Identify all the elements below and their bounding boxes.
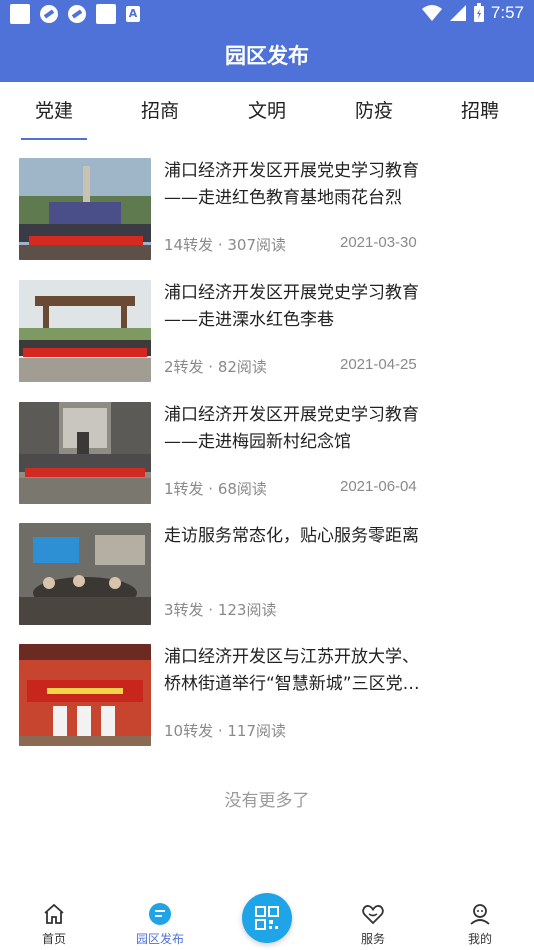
chat-icon xyxy=(149,903,171,925)
notification-icon: A xyxy=(126,6,140,22)
news-title: 浦口经济开发区开展党史学习教育——走进梅园新村纪念馆 xyxy=(164,405,419,452)
news-date: 2021-03-30 xyxy=(340,234,417,251)
list-item[interactable]: 浦口经济开发区开展党史学习教育——走进溧水红色李巷 2转发 · 82阅读 202… xyxy=(0,280,534,388)
signal-icon xyxy=(449,5,466,21)
news-stats: 1转发 · 68阅读 xyxy=(164,480,267,498)
notification-icon xyxy=(68,5,86,23)
nav-label: 园区发布 xyxy=(135,932,184,946)
tab-party-building[interactable]: 党建 xyxy=(9,82,99,140)
news-date: 2021-06-04 xyxy=(340,478,417,495)
nav-park-release[interactable]: 园区发布 xyxy=(120,890,200,950)
tab-recruitment[interactable]: 招聘 xyxy=(435,82,525,140)
user-icon xyxy=(470,904,490,925)
news-thumbnail xyxy=(19,402,151,504)
tab-civilization[interactable]: 文明 xyxy=(222,82,312,140)
list-item[interactable]: 浦口经济开发区与江苏开放大学、桥林街道举行“智慧新城”三区党… 10转发 · 1… xyxy=(0,644,534,752)
tab-epidemic[interactable]: 防疫 xyxy=(329,82,419,140)
tab-investment[interactable]: 招商 xyxy=(115,82,205,140)
notification-icon xyxy=(40,5,58,23)
nav-label: 首页 xyxy=(41,932,66,946)
news-title: 浦口经济开发区与江苏开放大学、桥林街道举行“智慧新城”三区党… xyxy=(164,647,420,694)
app-header: A 7:57 园区发布 xyxy=(0,0,534,82)
nav-label: 我的 xyxy=(467,932,492,946)
active-tab-indicator xyxy=(21,138,87,140)
news-thumbnail xyxy=(19,644,151,746)
news-date: 2021-04-25 xyxy=(340,356,417,373)
battery-icon xyxy=(473,3,484,22)
news-thumbnail xyxy=(19,280,151,382)
nav-mine[interactable]: 我的 xyxy=(440,890,520,950)
list-item[interactable]: 浦口经济开发区开展党史学习教育——走进红色教育基地雨花台烈士… 14转发 · 3… xyxy=(0,158,534,266)
news-title: 浦口经济开发区开展党史学习教育——走进红色教育基地雨花台烈士… xyxy=(164,161,419,208)
news-title: 走访服务常态化，贴心服务零距离 xyxy=(164,526,419,546)
status-bar: A 7:57 xyxy=(0,0,534,28)
nav-label: 服务 xyxy=(360,932,385,946)
category-tabs: 党建 招商 文明 防疫 招聘 xyxy=(0,82,534,140)
news-stats: 10转发 · 117阅读 xyxy=(164,722,287,740)
news-stats: 2转发 · 82阅读 xyxy=(164,358,267,376)
home-icon xyxy=(44,903,64,924)
notification-icon xyxy=(96,4,116,24)
scan-button[interactable] xyxy=(242,893,292,943)
news-title: 浦口经济开发区开展党史学习教育——走进溧水红色李巷 xyxy=(164,283,419,330)
notification-icon xyxy=(10,4,30,24)
nav-service[interactable]: 服务 xyxy=(333,890,413,950)
nav-home[interactable]: 首页 xyxy=(14,890,94,950)
heart-icon xyxy=(362,905,384,925)
news-thumbnail xyxy=(19,158,151,260)
list-item[interactable]: 浦口经济开发区开展党史学习教育——走进梅园新村纪念馆 1转发 · 68阅读 20… xyxy=(0,402,534,510)
list-item[interactable]: 走访服务常态化，贴心服务零距离 3转发 · 123阅读 xyxy=(0,523,534,631)
page-title: 园区发布 xyxy=(225,44,309,68)
wifi-icon xyxy=(421,5,442,21)
list-end-text: 没有更多了 xyxy=(224,791,310,811)
news-stats: 14转发 · 307阅读 xyxy=(164,236,287,254)
news-thumbnail xyxy=(19,523,151,625)
clock: 7:57 xyxy=(490,3,524,22)
qr-scan-icon xyxy=(255,906,279,930)
news-stats: 3转发 · 123阅读 xyxy=(164,601,277,619)
